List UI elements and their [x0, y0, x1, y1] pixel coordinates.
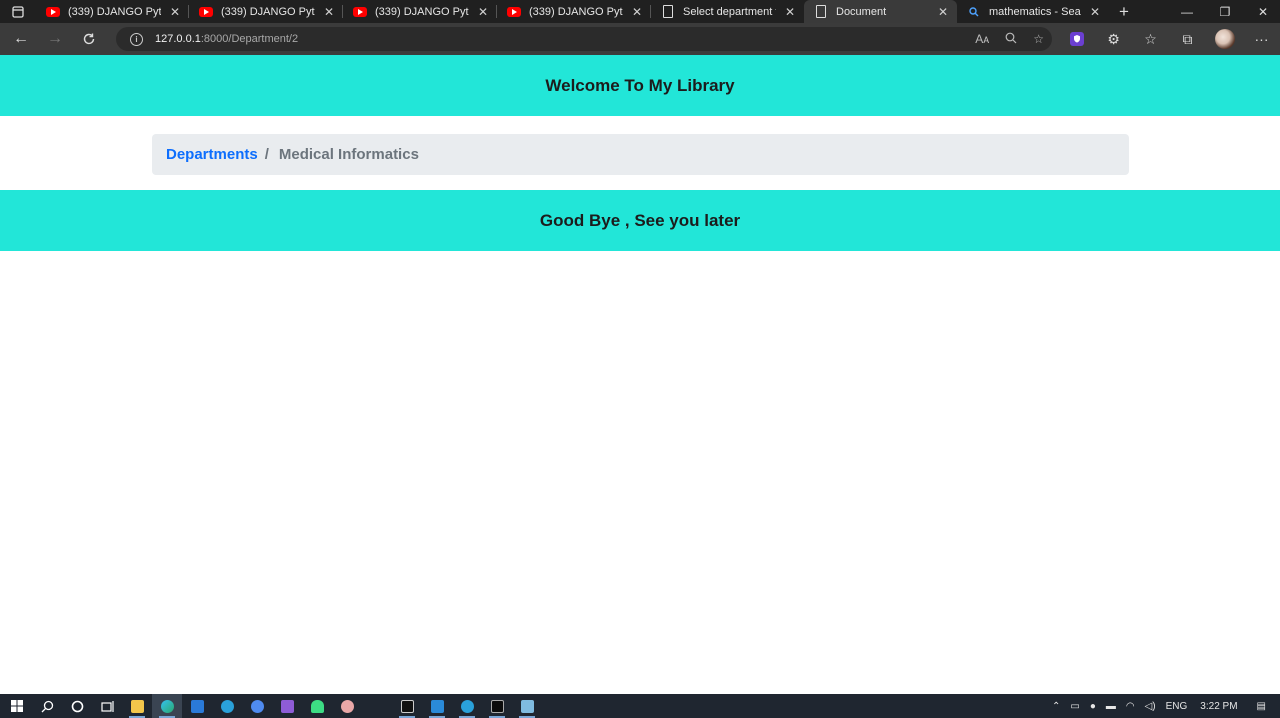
breadcrumb-current: Medical Informatics: [278, 146, 419, 163]
start-button[interactable]: [2, 694, 32, 718]
tab-title: (339) DJANGO Python I: [221, 5, 315, 18]
close-tab-icon[interactable]: ✕: [475, 5, 491, 19]
avatar: [1214, 29, 1235, 49]
new-tab-button[interactable]: +: [1109, 2, 1139, 22]
more-options-icon[interactable]: ···: [1243, 23, 1280, 55]
vscode-icon[interactable]: [422, 694, 452, 718]
notifications-icon[interactable]: ▤: [1257, 701, 1266, 712]
add-favorite-icon[interactable]: ☆: [1033, 32, 1044, 46]
address-bar[interactable]: i 127.0.0.1:8000/Department/2 Aᴀ ☆: [116, 27, 1052, 51]
close-window-icon[interactable]: ✕: [1244, 0, 1280, 23]
extension-shield-icon[interactable]: [1058, 23, 1095, 55]
close-tab-icon[interactable]: ✕: [167, 5, 183, 19]
browser-toolbar: ← → i 127.0.0.1:8000/Department/2 Aᴀ ☆ ⚙…: [0, 23, 1280, 55]
close-tab-icon[interactable]: ✕: [935, 5, 951, 19]
pycharm-icon[interactable]: [392, 694, 422, 718]
browser-tab-7[interactable]: mathematics - Search ✕: [957, 0, 1109, 23]
web-page: Welcome To My Library Departments / Medi…: [0, 55, 1280, 694]
extensions-icon[interactable]: ⚙: [1095, 23, 1132, 55]
profile-button[interactable]: [1206, 23, 1243, 55]
close-tab-icon[interactable]: ✕: [629, 5, 645, 19]
browser-tab-1[interactable]: (339) DJANGO Python I ✕: [36, 0, 189, 23]
windows-icon: [11, 700, 23, 712]
notepad-icon[interactable]: [512, 694, 542, 718]
browser-tab-6-active[interactable]: Document ✕: [804, 0, 957, 23]
header-banner: Welcome To My Library: [0, 55, 1280, 116]
breadcrumb: Departments / Medical Informatics: [152, 134, 1129, 175]
tab-title: (339) DJANGO Python I: [68, 5, 161, 18]
back-icon[interactable]: ←: [4, 23, 38, 55]
close-tab-icon[interactable]: ✕: [1087, 5, 1103, 19]
volume-icon[interactable]: ◁): [1145, 701, 1156, 712]
minimize-icon[interactable]: —: [1168, 0, 1206, 23]
chat-app-icon[interactable]: [242, 694, 272, 718]
site-info-icon[interactable]: i: [130, 32, 143, 46]
zoom-icon[interactable]: [1005, 32, 1017, 47]
android-studio-icon[interactable]: [302, 694, 332, 718]
battery-icon[interactable]: ▬: [1106, 701, 1116, 712]
close-tab-icon[interactable]: ✕: [782, 5, 798, 19]
browser-tab-3[interactable]: (339) DJANGO Python I ✕: [343, 0, 497, 23]
search-icon: [967, 5, 981, 19]
forward-icon[interactable]: →: [38, 23, 72, 55]
footer-title: Good Bye , See you later: [539, 210, 741, 230]
restore-icon[interactable]: ❐: [1206, 0, 1244, 23]
youtube-icon: [199, 5, 213, 19]
favorites-icon[interactable]: ☆: [1132, 23, 1169, 55]
tab-title: (339) DJANGO Python I: [529, 5, 623, 18]
command-prompt-icon[interactable]: [482, 694, 512, 718]
cortana-icon[interactable]: [62, 694, 92, 718]
wifi-icon[interactable]: ◠: [1126, 701, 1135, 712]
read-aloud-icon[interactable]: Aᴀ: [975, 32, 989, 46]
language-indicator[interactable]: ENG: [1166, 701, 1188, 712]
tab-actions-button[interactable]: [0, 0, 36, 23]
tab-title: Document: [836, 5, 887, 18]
paint-icon[interactable]: [332, 694, 362, 718]
tab-title: mathematics - Search: [989, 5, 1081, 18]
telegram-running-icon[interactable]: [452, 694, 482, 718]
device-icon[interactable]: ▭: [1070, 701, 1079, 712]
edge-browser-icon[interactable]: [152, 694, 182, 718]
header-title: Welcome To My Library: [545, 75, 735, 95]
refresh-icon[interactable]: [72, 23, 106, 55]
tab-title: Select department to cl: [683, 5, 776, 18]
document-icon: [661, 5, 675, 19]
empty-slot: [362, 694, 392, 718]
youtube-icon: [507, 5, 521, 19]
clock[interactable]: 3:22 PM: [1200, 701, 1237, 712]
search-icon[interactable]: [32, 694, 62, 718]
tab-title: (339) DJANGO Python I: [375, 5, 469, 18]
document-icon: [814, 5, 828, 19]
youtube-icon: [353, 5, 367, 19]
url-host: 127.0.0.1: [155, 33, 201, 45]
show-hidden-icons-icon[interactable]: ⌃: [1052, 701, 1060, 712]
visual-studio-icon[interactable]: [272, 694, 302, 718]
collections-icon[interactable]: ⧉: [1169, 23, 1206, 55]
breadcrumb-separator: /: [264, 146, 269, 163]
close-tab-icon[interactable]: ✕: [321, 5, 337, 19]
system-tray: ⌃ ▭ ● ▬ ◠ ◁) ENG 3:22 PM ▤: [1047, 694, 1280, 718]
telegram-icon[interactable]: [212, 694, 242, 718]
browser-tab-5[interactable]: Select department to cl ✕: [651, 0, 804, 23]
breadcrumb-departments-link[interactable]: Departments: [166, 146, 258, 163]
file-explorer-icon[interactable]: [122, 694, 152, 718]
browser-tab-strip: (339) DJANGO Python I ✕ (339) DJANGO Pyt…: [0, 0, 1280, 23]
youtube-icon: [46, 5, 60, 19]
url-path: :8000/Department/2: [200, 33, 299, 45]
footer-banner: Good Bye , See you later: [0, 190, 1280, 251]
windows-taskbar: ⌃ ▭ ● ▬ ◠ ◁) ENG 3:22 PM ▤: [0, 694, 1280, 718]
browser-tab-2[interactable]: (339) DJANGO Python I ✕: [189, 0, 343, 23]
browser-tab-4[interactable]: (339) DJANGO Python I ✕: [497, 0, 651, 23]
tab-actions-icon: [12, 5, 24, 18]
task-view-icon[interactable]: [92, 694, 122, 718]
microphone-icon[interactable]: ●: [1090, 701, 1096, 712]
mail-icon[interactable]: [182, 694, 212, 718]
